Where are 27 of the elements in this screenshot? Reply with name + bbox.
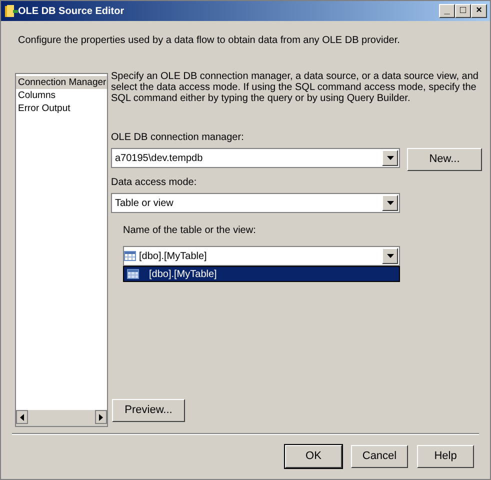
window-title: OLE DB Source Editor (18, 4, 126, 18)
close-button[interactable]: × (471, 4, 487, 18)
horizontal-scrollbar[interactable] (16, 410, 107, 426)
table-icon (127, 269, 139, 279)
instructions-text: Specify an OLE DB connection manager, a data source, or a data source view, and select the data access mode. If using the SQL command access mode, specify the SQL command either by typing the query or by using Query Builder. (111, 71, 480, 104)
sidebar-item[interactable]: Connection Manager (16, 76, 107, 89)
cancel-button[interactable]: Cancel (351, 445, 408, 468)
minimize-button[interactable]: _ (439, 4, 455, 18)
dropdown-field[interactable]: Table or view (111, 193, 400, 213)
folder-icon (4, 4, 18, 18)
table-icon (124, 251, 136, 261)
field-label: OLE DB connection manager: (111, 131, 245, 145)
dropdown-field[interactable]: [dbo].[MyTable] (123, 246, 400, 266)
scroll-right-icon[interactable] (99, 414, 103, 420)
help-button[interactable]: Help (417, 445, 474, 468)
field-label: Name of the table or the view: (123, 224, 257, 238)
dropdown-field[interactable]: a70195\dev.tempdb (111, 148, 400, 168)
field-label: Data access mode: (111, 176, 198, 190)
scroll-left-icon[interactable] (20, 414, 24, 420)
sidebar-item[interactable]: Error Output (16, 102, 107, 115)
sidebar-item[interactable]: Columns (16, 89, 107, 102)
button[interactable]: New... (407, 148, 482, 171)
button[interactable]: Preview... (112, 399, 185, 422)
description-text: Configure the properties used by a data flow to obtain data from any OLE DB provider. (18, 34, 401, 48)
ok-button[interactable]: OK (285, 445, 342, 468)
dropdown-option[interactable]: [dbo].[MyTable] (123, 266, 400, 282)
maximize-button[interactable]: □ (455, 4, 471, 18)
